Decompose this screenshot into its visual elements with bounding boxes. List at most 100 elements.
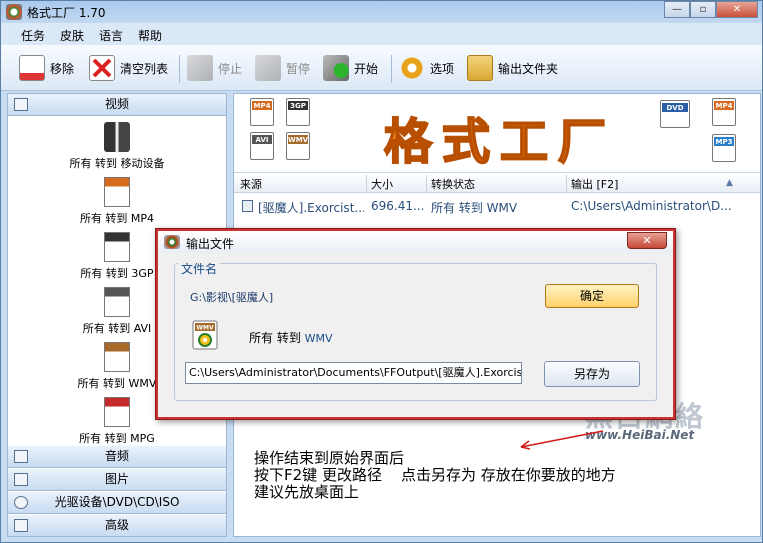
- output-folder-button[interactable]: 输出文件夹: [467, 53, 558, 83]
- video-category-icon: [14, 98, 28, 111]
- output-file-dialog: 输出文件 ✕: [155, 228, 676, 420]
- remove-label: 移除: [50, 61, 75, 76]
- category-audio[interactable]: 音频: [8, 446, 226, 468]
- target-format-name: WMV: [304, 332, 333, 345]
- 3gp-file-icon: [104, 232, 130, 262]
- remove-icon: [19, 55, 45, 81]
- target-format-prefix: 所有 转到: [249, 331, 301, 345]
- source-path: G:\影视\[驱魔人]: [190, 291, 274, 304]
- column-separator[interactable]: [566, 175, 567, 192]
- category-advanced[interactable]: 高级: [8, 515, 226, 537]
- column-separator[interactable]: [366, 175, 367, 192]
- options-label: 选项: [430, 61, 455, 76]
- row-status: 所有 转到 WMV: [431, 201, 518, 215]
- dialog-title-bar: 输出文件 ✕: [158, 231, 673, 253]
- row-source: [驱魔人].Exorcist....: [258, 201, 364, 215]
- app-logo-text: 格式工厂: [383, 113, 617, 171]
- category-video[interactable]: 视频: [8, 94, 226, 116]
- pause-icon: [255, 55, 281, 81]
- mpg-file-icon: [104, 397, 130, 427]
- output-path-input[interactable]: C:\Users\Administrator\Documents\FFOutpu…: [185, 362, 522, 384]
- annotation-note: 操作结束到原始界面后 按下F2键 更改路径 点击另存为 存放在你要放的地方 建议…: [254, 450, 616, 501]
- start-icon: [323, 55, 349, 81]
- column-source[interactable]: 来源: [240, 176, 262, 192]
- pause-button[interactable]: 暂停: [255, 53, 310, 83]
- note-line-2: 按下F2键 更改路径 点击另存为 存放在你要放的地方: [254, 466, 616, 484]
- dialog-title: 输出文件: [186, 237, 235, 251]
- start-label: 开始: [354, 61, 379, 76]
- wmv-file-icon: WMV: [192, 320, 218, 350]
- convert-to-mpg-label: 所有 转到 MPG: [79, 432, 155, 445]
- start-button[interactable]: 开始: [323, 53, 378, 83]
- pause-label: 暂停: [286, 61, 311, 76]
- dvd-format-icon: DVD: [660, 100, 690, 128]
- close-button[interactable]: ✕: [716, 1, 758, 18]
- category-disc-label: 光驱设备\DVD\CD\ISO: [54, 495, 180, 509]
- table-row[interactable]: [驱魔人].Exorcist.... 696.41... 所有 转到 WMV C…: [234, 195, 760, 217]
- task-table-header: 来源 大小 转换状态 输出 [F2] ▲: [234, 172, 760, 193]
- category-video-label: 视频: [104, 97, 129, 111]
- options-button[interactable]: 选项: [399, 53, 454, 83]
- convert-to-avi-label: 所有 转到 AVI: [82, 322, 152, 335]
- banner: MP4 3GP AVI WMV 格式工厂 DVD MP4 MP3: [234, 94, 760, 171]
- column-output[interactable]: 输出 [F2]: [571, 176, 618, 192]
- category-image-label: 图片: [104, 472, 129, 486]
- wmv-format-icon: WMV: [286, 132, 310, 160]
- row-output: C:\Users\Administrator\D...: [571, 199, 732, 213]
- menu-task[interactable]: 任务: [21, 27, 45, 44]
- disc-icon: [14, 496, 28, 509]
- mobile-device-icon: [104, 122, 130, 152]
- column-separator[interactable]: [426, 175, 427, 192]
- stop-label: 停止: [218, 61, 243, 76]
- category-advanced-label: 高级: [104, 518, 129, 532]
- toolbar-separator: [179, 55, 180, 83]
- filename-group-label: 文件名: [178, 260, 221, 277]
- clear-list-label: 清空列表: [120, 61, 169, 76]
- clear-list-icon: [89, 55, 115, 81]
- category-audio-label: 音频: [104, 449, 129, 463]
- convert-to-mobile[interactable]: 所有 转到 移动设备: [8, 122, 226, 171]
- convert-to-mp4[interactable]: 所有 转到 MP4: [8, 177, 226, 226]
- wmv-file-icon: [104, 342, 130, 372]
- file-icon: [242, 200, 253, 212]
- minimize-button[interactable]: —: [664, 1, 690, 18]
- convert-to-mp4-label: 所有 转到 MP4: [79, 212, 155, 225]
- save-as-button[interactable]: 另存为: [544, 361, 640, 387]
- music-note-icon: [14, 450, 28, 463]
- dialog-close-button[interactable]: ✕: [627, 232, 667, 249]
- clear-list-button[interactable]: 清空列表: [89, 53, 168, 83]
- output-folder-label: 输出文件夹: [498, 61, 559, 76]
- convert-to-mobile-label: 所有 转到 移动设备: [69, 157, 165, 170]
- menu-help[interactable]: 帮助: [138, 27, 162, 44]
- avi-file-icon: [104, 287, 130, 317]
- convert-to-wmv-label: 所有 转到 WMV: [77, 377, 157, 390]
- mp4-format-icon: MP4: [250, 98, 274, 126]
- ok-button[interactable]: 确定: [545, 284, 639, 308]
- category-disc[interactable]: 光驱设备\DVD\CD\ISO: [8, 492, 226, 514]
- toolbar: 移除 清空列表 停止 暂停 开始 选项 输出文件夹: [1, 45, 762, 91]
- column-size[interactable]: 大小: [371, 176, 393, 192]
- remove-button[interactable]: 移除: [19, 53, 74, 83]
- menu-skin[interactable]: 皮肤: [60, 27, 84, 44]
- advanced-icon: [14, 519, 28, 532]
- stop-icon: [187, 55, 213, 81]
- sort-up-icon[interactable]: ▲: [726, 178, 733, 188]
- window-controls: — ▫ ✕: [664, 1, 758, 18]
- target-format: 所有 转到 WMV: [249, 329, 333, 346]
- window-title: 格式工厂 1.70: [27, 6, 106, 20]
- mp4-device-icon: MP4: [712, 98, 736, 126]
- stop-button[interactable]: 停止: [187, 53, 242, 83]
- menu-language[interactable]: 语言: [99, 27, 123, 44]
- wmv-icon-label: WMV: [196, 325, 214, 332]
- app-logo-icon: [6, 4, 22, 20]
- category-image[interactable]: 图片: [8, 469, 226, 491]
- row-size: 696.41...: [371, 199, 425, 213]
- mp4-file-icon: [104, 177, 130, 207]
- maximize-button[interactable]: ▫: [690, 1, 716, 18]
- mp3-format-icon: MP3: [712, 134, 736, 162]
- note-line-1: 操作结束到原始界面后: [254, 449, 405, 467]
- column-status[interactable]: 转换状态: [431, 176, 475, 192]
- title-bar: 格式工厂 1.70 — ▫ ✕: [1, 1, 762, 23]
- toolbar-separator: [391, 55, 392, 83]
- 3gp-format-icon: 3GP: [286, 98, 310, 126]
